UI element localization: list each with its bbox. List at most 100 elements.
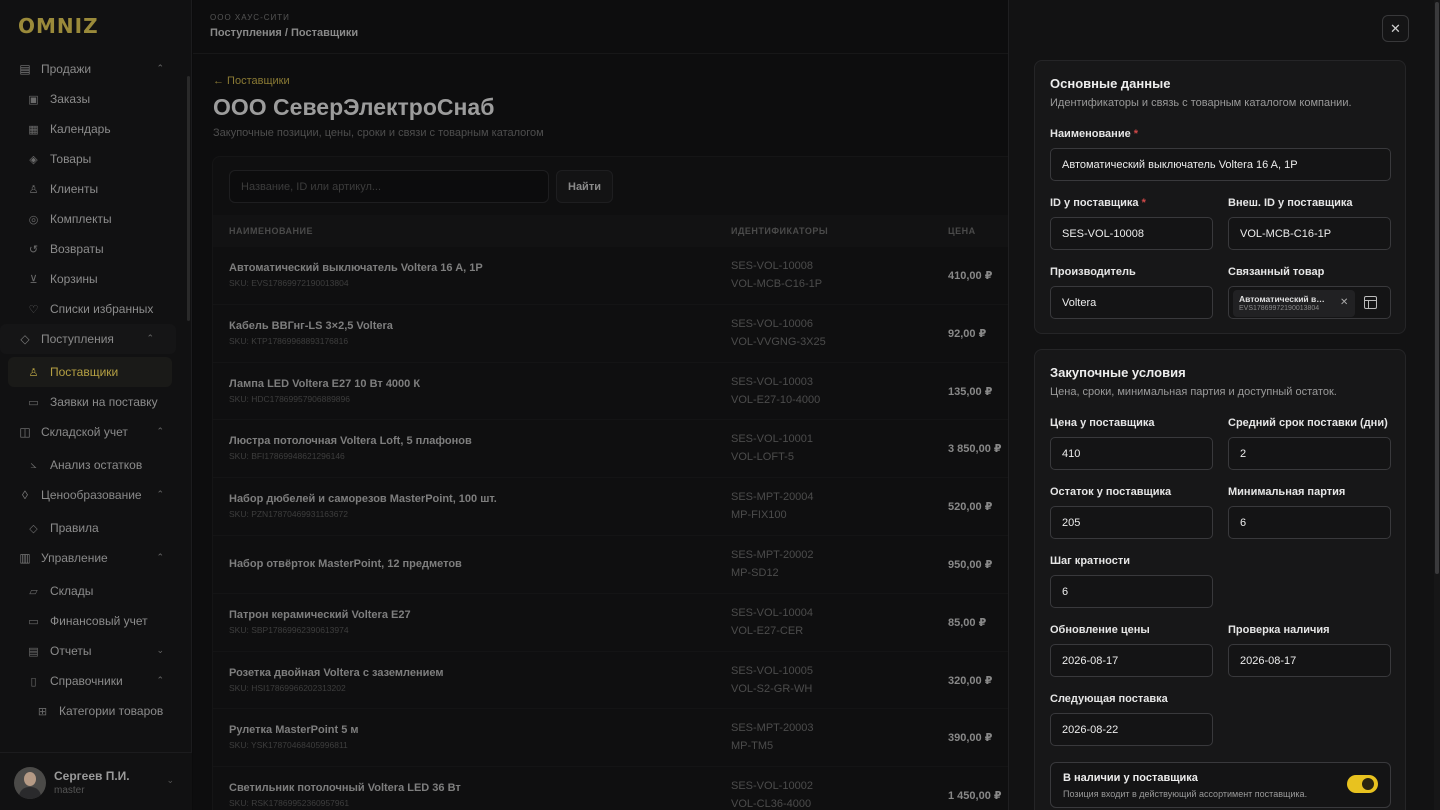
sidebar-group-pricing[interactable]: ◊ Ценообразование ⌃: [0, 480, 186, 510]
min-batch-value: 6: [1240, 517, 1247, 529]
name-label: Наименование *: [1050, 128, 1139, 140]
row-sku: SKU: SBP17869962390613974: [229, 624, 349, 635]
sidebar-item-label: Поставщики: [50, 365, 119, 379]
logo-text: OMNIZ: [18, 14, 99, 38]
maker-label: Производитель: [1050, 266, 1136, 278]
row-price: 135,00 ₽: [948, 385, 993, 398]
stock-field[interactable]: 205: [1050, 506, 1213, 539]
maker-field[interactable]: Voltera: [1050, 286, 1213, 319]
in-stock-title: В наличии у поставщика: [1063, 772, 1198, 784]
supplier-id-field[interactable]: SES-VOL-10008: [1050, 217, 1213, 250]
sidebar-item-reports[interactable]: ▤ Отчеты ⌄: [0, 636, 186, 666]
in-stock-toggle-row: В наличии у поставщика Позиция входит в …: [1050, 762, 1391, 808]
table-row[interactable]: Кабель ВВГнг-LS 3×2,5 Voltera SKU: KTP178…: [213, 305, 1111, 363]
row-ext-id: VOL-CL36-4000: [731, 798, 812, 810]
ext-id-label: Внеш. ID у поставщика: [1228, 197, 1353, 209]
sidebar-group-management[interactable]: ▥ Управление ⌃: [0, 543, 186, 573]
sidebar-item-kits[interactable]: ◎ Комплекты: [0, 204, 186, 234]
availability-check-value: 2026-08-17: [1240, 655, 1297, 667]
back-link[interactable]: ← Поставщики: [213, 75, 290, 87]
table-row[interactable]: Патрон керамический Voltera E27 SKU: SBP1…: [213, 594, 1111, 652]
row-id: SES-VOL-10008: [731, 260, 813, 272]
sidebar-item-orders[interactable]: ▣ Заказы: [0, 84, 186, 114]
column-price[interactable]: ЦЕНА: [948, 226, 976, 236]
linked-product-field[interactable]: Автоматический выключатель Voltera 16 A,…: [1228, 286, 1391, 319]
row-price: 92,00 ₽: [948, 327, 987, 340]
table-row[interactable]: Автоматический выключатель Voltera 16 A,…: [213, 247, 1111, 305]
lead-time-value: 2: [1240, 448, 1247, 460]
price-update-field[interactable]: 2026-08-17: [1050, 644, 1213, 677]
return-icon: ↺: [28, 243, 39, 256]
row-price: 390,00 ₽: [948, 732, 993, 745]
lead-time-label: Средний срок поставки (дни): [1228, 417, 1388, 429]
row-id: SES-MPT-20003: [731, 722, 814, 735]
row-id: SES-MPT-20004: [731, 491, 814, 504]
sidebar-item-finance[interactable]: ▭ Финансовый учет: [0, 606, 186, 636]
sidebar-item-clients[interactable]: ♙ Клиенты: [0, 174, 186, 204]
availability-check-field[interactable]: 2026-08-17: [1228, 644, 1391, 677]
table-row[interactable]: Набор дюбелей и саморезов MasterPoint, 1…: [213, 478, 1111, 536]
catalog-picker-icon[interactable]: [1364, 296, 1377, 309]
scrollbar-thumb[interactable]: [1435, 2, 1439, 574]
sidebar-item-stock-analysis[interactable]: ⦣ Анализ остатков: [0, 450, 186, 480]
sidebar-item-label: Склады: [50, 584, 94, 598]
sidebar-item-label: Календарь: [50, 122, 111, 136]
sidebar-group-sales[interactable]: ▤ Продажи ⌃: [0, 54, 186, 84]
drawer-scrollbar[interactable]: [1434, 0, 1440, 810]
toggle-knob: [1362, 778, 1374, 790]
row-price: 85,00 ₽: [948, 616, 987, 629]
next-delivery-value: 2026-08-22: [1062, 724, 1119, 736]
org-name: ООО ХАУС-СИТИ: [210, 13, 290, 22]
remove-icon[interactable]: ✕: [1340, 297, 1348, 308]
stock-value: 205: [1062, 517, 1081, 529]
row-id: SES-VOL-10006: [731, 317, 813, 330]
in-stock-toggle[interactable]: [1347, 775, 1378, 793]
column-ids[interactable]: ИДЕНТИФИКАТОРЫ: [731, 226, 828, 236]
table-row[interactable]: Рулетка MasterPoint 5 м SKU: YSK178704684…: [213, 709, 1111, 768]
sidebar-item-warehouses[interactable]: ▱ Склады: [0, 576, 186, 606]
table-row[interactable]: Набор отвёрток MasterPoint, 12 предметов…: [213, 536, 1111, 594]
name-field[interactable]: Автоматический выключатель Voltera 16 A,…: [1050, 148, 1391, 181]
logo[interactable]: OMNIZ: [18, 14, 99, 38]
sidebar-item-label: Финансовый учет: [50, 614, 148, 628]
step-field[interactable]: 6: [1050, 575, 1213, 608]
price-update-value: 2026-08-17: [1062, 655, 1119, 667]
sidebar-item-calendar[interactable]: ▦ Календарь: [0, 114, 186, 144]
sidebar-item-products[interactable]: ◈ Товары: [0, 144, 186, 174]
sidebar-item-directories[interactable]: ▯ Справочники ⌃: [0, 666, 186, 696]
linked-product-chip[interactable]: Автоматический выключатель Voltera 16 A,…: [1233, 290, 1355, 317]
row-id: SES-VOL-10002: [731, 780, 813, 793]
lead-time-field[interactable]: 2: [1228, 437, 1391, 470]
ext-id-field[interactable]: VOL-MCB-C16-1P: [1228, 217, 1391, 250]
min-batch-field[interactable]: 6: [1228, 506, 1391, 539]
supplier-id-label: ID у поставщика *: [1050, 197, 1146, 209]
page-subtitle: Закупочные позиции, цены, сроки и связи …: [213, 127, 544, 139]
price-field[interactable]: 410: [1050, 437, 1213, 470]
user-menu[interactable]: Сергеев П.И. master ⌄: [0, 752, 192, 810]
chevron-up-icon: ⌃: [156, 426, 164, 436]
close-button[interactable]: ✕: [1382, 15, 1409, 42]
sidebar-item-carts[interactable]: ⊻ Корзины: [0, 264, 186, 294]
table-row[interactable]: Лампа LED Voltera E27 10 Вт 4000 К SKU: H…: [213, 363, 1111, 421]
sidebar-item-favorites[interactable]: ♡ Списки избранных: [0, 294, 186, 324]
find-button[interactable]: Найти: [556, 170, 613, 203]
sidebar-item-suppliers[interactable]: ♙ Поставщики: [8, 357, 172, 387]
table-row[interactable]: Люстра потолочная Voltera Loft, 5 плафон…: [213, 420, 1111, 479]
row-name: Патрон керамический Voltera E27: [229, 608, 411, 621]
table-row[interactable]: Розетка двойная Voltera с заземлением SKU…: [213, 652, 1111, 710]
table-row[interactable]: Светильник потолочный Voltera LED 36 Вт S…: [213, 767, 1111, 810]
sidebar-item-supply-requests[interactable]: ▭ Заявки на поставку: [0, 387, 186, 417]
next-delivery-field[interactable]: 2026-08-22: [1050, 713, 1213, 746]
sidebar-item-categories[interactable]: ⊞ Категории товаров: [0, 696, 186, 726]
sidebar-item-returns[interactable]: ↺ Возвраты: [0, 234, 186, 264]
table-header: НАИМЕНОВАНИЕ ИДЕНТИФИКАТОРЫ ЦЕНА: [213, 215, 1111, 247]
sidebar-group-receipts[interactable]: ◇ Поступления ⌃: [0, 324, 176, 354]
app: OMNIZ ▤ Продажи ⌃ ▣ Заказы ▦ Календарь ◈ Това…: [0, 0, 1440, 810]
finance-icon: ▭: [28, 615, 39, 628]
sidebar-scrollbar[interactable]: [187, 76, 190, 321]
sidebar-item-rules[interactable]: ◇ Правила: [0, 513, 186, 543]
analytics-icon: ⦣: [30, 458, 37, 471]
search-input[interactable]: Название, ID или артикул...: [229, 170, 549, 203]
sidebar-group-warehouse[interactable]: ◫ Складской учет ⌃: [0, 417, 186, 447]
column-name[interactable]: НАИМЕНОВАНИЕ: [229, 226, 313, 236]
